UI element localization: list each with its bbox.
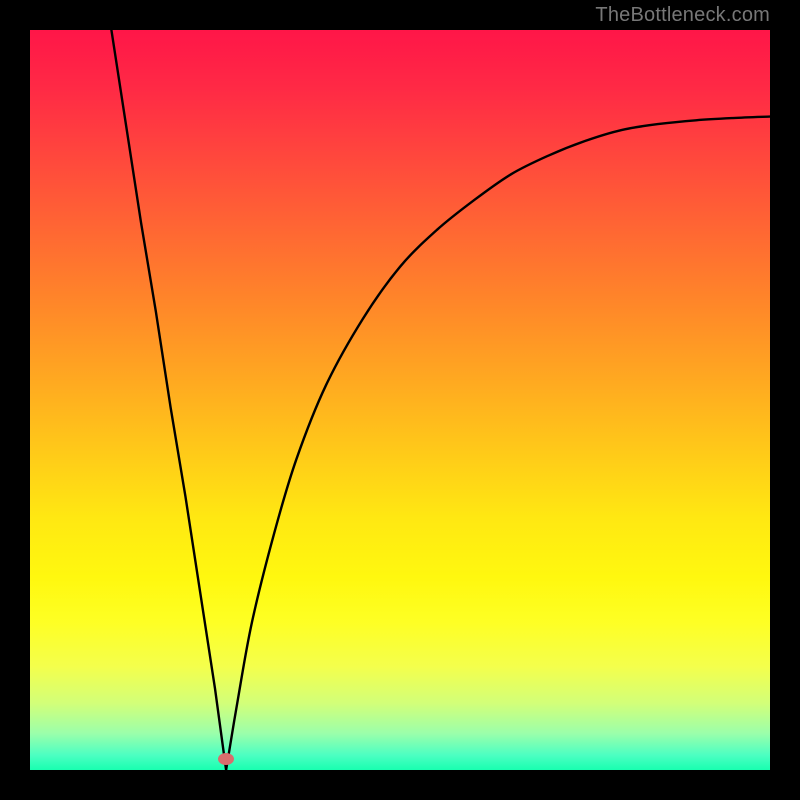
chart-frame: TheBottleneck.com [0, 0, 800, 800]
bottleneck-curve-path [111, 30, 770, 770]
minimum-marker [218, 753, 234, 765]
attribution-text: TheBottleneck.com [595, 4, 770, 27]
plot-area [30, 30, 770, 770]
curve-svg [30, 30, 770, 770]
